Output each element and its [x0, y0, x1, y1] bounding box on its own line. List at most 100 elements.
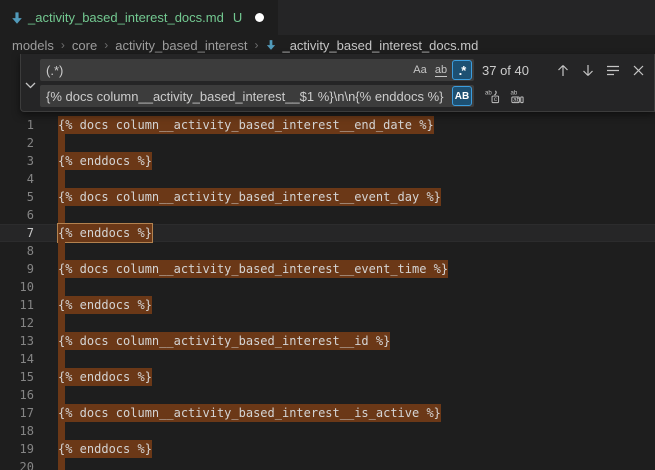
whole-word-toggle[interactable]: ab — [431, 60, 451, 80]
editor[interactable]: 1 {% docs column__activity_based_interes… — [0, 55, 655, 470]
vscode-window: { "tab": { "filename": "_activity_based_… — [0, 0, 655, 470]
line-number: 3 — [0, 152, 34, 170]
find-match-highlight: {% enddocs %} — [58, 152, 152, 170]
line-content — [34, 278, 65, 296]
line-number: 2 — [0, 134, 34, 152]
replace-all-button[interactable]: ab ab — [507, 86, 527, 106]
previous-match-button[interactable] — [553, 60, 573, 80]
line-content: {% enddocs %} — [34, 368, 152, 386]
editor-line[interactable]: 13 {% docs column__activity_based_intere… — [0, 332, 655, 350]
line-number: 12 — [0, 314, 34, 332]
unsaved-changes-dot[interactable] — [255, 13, 264, 22]
find-match-highlight: {% docs column__activity_based_interest_… — [58, 116, 434, 134]
editor-line[interactable]: 2 — [0, 134, 655, 152]
line-number: 20 — [0, 458, 34, 470]
whole-word-label: ab — [435, 64, 447, 77]
line-number: 14 — [0, 350, 34, 368]
editor-line[interactable]: 19 {% enddocs %} — [0, 440, 655, 458]
editor-line[interactable]: 20 — [0, 458, 655, 470]
tab-activity-based-interest-docs[interactable]: _activity_based_interest_docs.md U — [0, 0, 278, 35]
editor-line[interactable]: 3 {% enddocs %} — [0, 152, 655, 170]
find-match-empty-highlight — [58, 386, 65, 404]
close-icon[interactable] — [628, 60, 648, 80]
editor-line[interactable]: 8 — [0, 242, 655, 260]
find-row: Aa ab .* 37 of 40 — [40, 59, 648, 81]
find-match-empty-highlight — [58, 422, 65, 440]
line-content — [34, 350, 65, 368]
match-case-toggle[interactable]: Aa — [410, 60, 430, 80]
chevron-down-icon[interactable] — [24, 78, 38, 92]
editor-line[interactable]: 17 {% docs column__activity_based_intere… — [0, 404, 655, 422]
breadcrumb-item-models[interactable]: models — [12, 38, 54, 53]
svg-text:c: c — [493, 96, 496, 103]
line-number: 10 — [0, 278, 34, 296]
line-number: 6 — [0, 206, 34, 224]
line-content — [34, 422, 65, 440]
editor-line[interactable]: 11 {% enddocs %} — [0, 296, 655, 314]
breadcrumb-separator: › — [104, 38, 108, 52]
find-replace-widget: Aa ab .* 37 of 40 — [20, 54, 655, 112]
breadcrumb-separator: › — [254, 38, 258, 52]
find-match-empty-highlight — [58, 314, 65, 332]
line-content: {% docs column__activity_based_interest_… — [34, 260, 448, 278]
line-number: 19 — [0, 440, 34, 458]
find-match-highlight: {% enddocs %} — [58, 296, 152, 314]
editor-line[interactable]: 14 — [0, 350, 655, 368]
replace-button[interactable]: ab c — [482, 86, 502, 106]
preserve-case-toggle[interactable]: AB — [452, 86, 472, 106]
breadcrumb-item-activity-based-interest[interactable]: activity_based_interest — [115, 38, 247, 53]
svg-text:ab: ab — [485, 89, 492, 96]
replace-actions: ab c ab ab — [477, 86, 527, 106]
editor-line[interactable]: 6 — [0, 206, 655, 224]
replace-input[interactable] — [40, 85, 451, 107]
find-in-selection-icon[interactable] — [603, 60, 623, 80]
git-status-badge: U — [233, 10, 242, 25]
find-match-empty-highlight — [58, 134, 65, 152]
find-widget-rows: Aa ab .* 37 of 40 — [40, 59, 648, 106]
line-content — [34, 458, 65, 470]
line-number: 7 — [0, 224, 34, 242]
breadcrumb-item-file[interactable]: _activity_based_interest_docs.md — [265, 38, 478, 53]
toggle-replace-column — [21, 59, 40, 106]
line-number: 1 — [0, 116, 34, 134]
find-input[interactable] — [40, 59, 409, 81]
editor-line[interactable]: 9 {% docs column__activity_based_interes… — [0, 260, 655, 278]
regex-toggle[interactable]: .* — [452, 60, 472, 80]
editor-line[interactable]: 5 {% docs column__activity_based_interes… — [0, 188, 655, 206]
find-input-box: Aa ab .* — [40, 59, 474, 81]
find-match-highlight: {% docs column__activity_based_interest_… — [58, 332, 390, 350]
find-match-empty-highlight — [58, 350, 65, 368]
line-content: {% enddocs %} — [34, 440, 152, 458]
line-content — [34, 206, 65, 224]
line-content: {% enddocs %} — [34, 152, 152, 170]
next-match-button[interactable] — [578, 60, 598, 80]
replace-input-box: AB — [40, 85, 474, 107]
markdown-file-icon — [265, 39, 277, 51]
line-content — [34, 314, 65, 332]
find-match-highlight: {% enddocs %} — [58, 224, 152, 242]
line-content: {% docs column__activity_based_interest_… — [34, 404, 441, 422]
line-number: 13 — [0, 332, 34, 350]
breadcrumb-item-core[interactable]: core — [72, 38, 97, 53]
find-match-empty-highlight — [58, 170, 65, 188]
line-content — [34, 170, 65, 188]
tab-bar: _activity_based_interest_docs.md U — [0, 0, 655, 35]
line-number: 5 — [0, 188, 34, 206]
svg-text:ab: ab — [513, 96, 520, 103]
editor-line[interactable]: 7 {% enddocs %} — [0, 224, 655, 242]
editor-line[interactable]: 15 {% enddocs %} — [0, 368, 655, 386]
editor-line[interactable]: 1 {% docs column__activity_based_interes… — [0, 116, 655, 134]
editor-line[interactable]: 4 — [0, 170, 655, 188]
editor-line[interactable]: 12 — [0, 314, 655, 332]
replace-row: AB ab c ab — [40, 85, 648, 107]
find-match-highlight: {% docs column__activity_based_interest_… — [58, 404, 441, 422]
editor-line[interactable]: 18 — [0, 422, 655, 440]
match-count: 37 of 40 — [482, 63, 529, 78]
svg-text:ab: ab — [510, 89, 517, 96]
find-match-highlight: {% enddocs %} — [58, 440, 152, 458]
line-number: 4 — [0, 170, 34, 188]
breadcrumb: models › core › activity_based_interest … — [0, 35, 655, 55]
find-match-empty-highlight — [58, 458, 65, 470]
editor-line[interactable]: 16 — [0, 386, 655, 404]
editor-line[interactable]: 10 — [0, 278, 655, 296]
